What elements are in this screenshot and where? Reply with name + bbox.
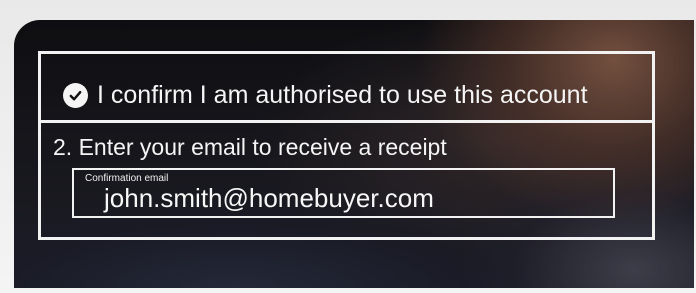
email-step-label: 2. Enter your email to receive a receipt bbox=[53, 134, 447, 160]
authorisation-confirm-label: I confirm I am authorised to use this ac… bbox=[97, 81, 588, 109]
screenshot-frame: I confirm I am authorised to use this ac… bbox=[0, 0, 696, 293]
section-divider bbox=[41, 120, 652, 123]
form-overlay: I confirm I am authorised to use this ac… bbox=[38, 51, 655, 240]
authorisation-confirm-checkbox[interactable]: I confirm I am authorised to use this ac… bbox=[63, 81, 588, 110]
email-field-value: john.smith@homebuyer.com bbox=[104, 183, 434, 213]
confirmation-email-field[interactable]: Confirmation email john.smith@homebuyer.… bbox=[72, 168, 615, 218]
check-circle-icon bbox=[63, 83, 88, 108]
